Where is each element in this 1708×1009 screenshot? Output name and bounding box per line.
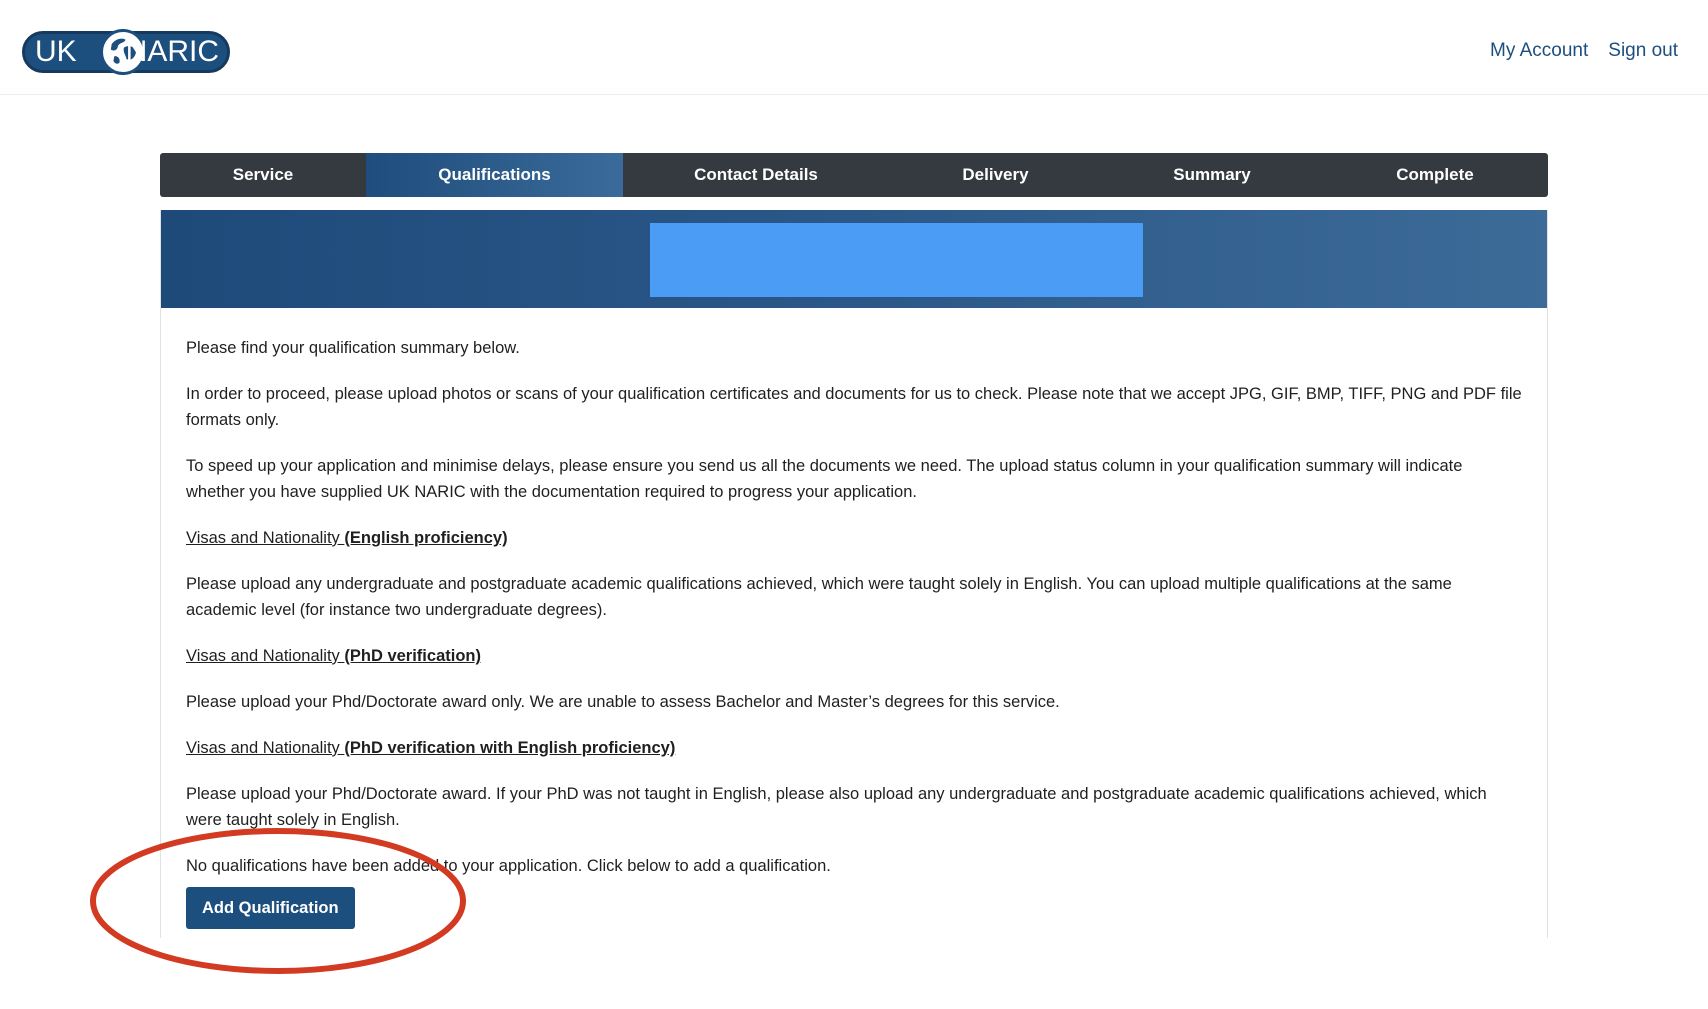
speed-info-text: To speed up your application and minimis… <box>186 457 1463 501</box>
card-content: Please find your qualification summary b… <box>161 308 1547 929</box>
section-heading-english-proficiency[interactable]: Visas and Nationality (English proficien… <box>186 525 1522 551</box>
card-banner <box>161 210 1547 308</box>
logo-pill: UK NARIC <box>22 29 230 75</box>
add-qualification-button[interactable]: Add Qualification <box>186 887 355 929</box>
step-service[interactable]: Service <box>160 153 366 197</box>
step-summary[interactable]: Summary <box>1102 153 1322 197</box>
step-complete[interactable]: Complete <box>1322 153 1548 197</box>
step-contact-details[interactable]: Contact Details <box>623 153 889 197</box>
logo-text-naric: NARIC <box>125 35 219 68</box>
qualifications-card: Please find your qualification summary b… <box>160 210 1548 938</box>
section-heading-phd-verification[interactable]: Visas and Nationality (PhD verification) <box>186 643 1522 669</box>
my-account-link[interactable]: My Account <box>1490 40 1588 62</box>
sign-out-link[interactable]: Sign out <box>1608 40 1678 62</box>
banner-redacted-block <box>650 223 1143 297</box>
no-qualifications-text: No qualifications have been added to you… <box>186 857 831 875</box>
account-links: My Account Sign out <box>1490 40 1678 62</box>
section-heading-phd-english[interactable]: Visas and Nationality (PhD verification … <box>186 735 1522 761</box>
intro-text: Please find your qualification summary b… <box>186 339 520 357</box>
section-text-english-proficiency: Please upload any undergraduate and post… <box>186 575 1452 619</box>
uk-naric-logo[interactable]: UK NARIC <box>22 29 230 75</box>
site-header: UK NARIC My Account Sign out <box>0 0 1708 95</box>
section-text-phd-english: Please upload your Phd/Doctorate award. … <box>186 785 1487 829</box>
section-text-phd-verification: Please upload your Phd/Doctorate award o… <box>186 693 1060 711</box>
progress-steps: Service Qualifications Contact Details D… <box>160 153 1548 197</box>
upload-info-text: In order to proceed, please upload photo… <box>186 385 1522 429</box>
logo-text-uk: UK <box>35 35 77 68</box>
step-delivery[interactable]: Delivery <box>889 153 1102 197</box>
step-qualifications[interactable]: Qualifications <box>366 153 623 197</box>
